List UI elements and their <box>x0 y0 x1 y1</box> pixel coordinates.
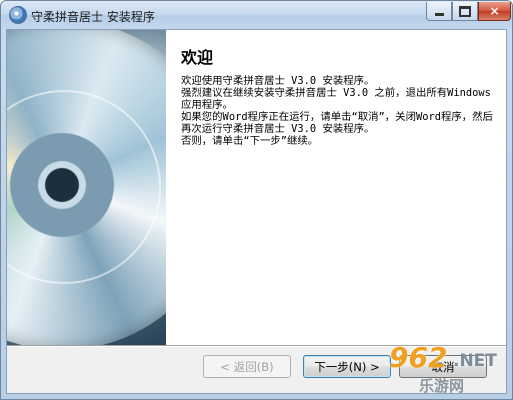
installer-window: 守柔拼音居士 安装程序 × 欢迎 欢迎使用守柔拼音居士 V3.0 安装程序。 强… <box>0 0 513 400</box>
cd-artwork-image <box>7 30 166 345</box>
welcome-banner: 欢迎 欢迎使用守柔拼音居士 V3.0 安装程序。 强烈建议在继续安装守柔拼音居士… <box>7 30 506 345</box>
minimize-button[interactable] <box>426 2 452 21</box>
installer-app-icon <box>9 6 27 24</box>
welcome-heading: 欢迎 <box>181 48 214 67</box>
window-title: 守柔拼音居士 安装程序 <box>31 10 155 24</box>
watermark-number: 962 <box>389 341 448 374</box>
close-button[interactable]: × <box>478 2 511 21</box>
maximize-button[interactable] <box>452 2 478 21</box>
back-button[interactable]: < 返回(B) <box>203 355 291 378</box>
welcome-line-1: 欢迎使用守柔拼音居士 V3.0 安装程序。 <box>181 75 375 87</box>
welcome-line-3: 如果您的Word程序正在运行，请单击“取消”，关闭Word程序，然后再次运行守柔… <box>181 111 493 135</box>
minimize-icon <box>434 13 444 16</box>
watermark-site-name: 乐游网 <box>419 377 465 395</box>
welcome-line-2: 强烈建议在继续安装守柔拼音居士 V3.0 之前，退出所有Windows应用程序。 <box>181 87 491 111</box>
dialog-client-area: 欢迎 欢迎使用守柔拼音居士 V3.0 安装程序。 强烈建议在继续安装守柔拼音居士… <box>6 29 507 394</box>
close-icon: × <box>489 4 500 18</box>
next-button[interactable]: 下一步(N) > <box>303 355 391 378</box>
maximize-icon <box>459 5 471 17</box>
site-watermark-logo: 962 .NET 乐游网 <box>381 341 511 397</box>
welcome-text-area: 欢迎 欢迎使用守柔拼音居士 V3.0 安装程序。 强烈建议在继续安装守柔拼音居士… <box>181 44 499 147</box>
title-bar[interactable]: 守柔拼音居士 安装程序 × <box>1 1 512 29</box>
watermark-domain: .NET <box>453 351 497 371</box>
welcome-line-4: 否则，请单击“下一步”继续。 <box>181 135 319 147</box>
